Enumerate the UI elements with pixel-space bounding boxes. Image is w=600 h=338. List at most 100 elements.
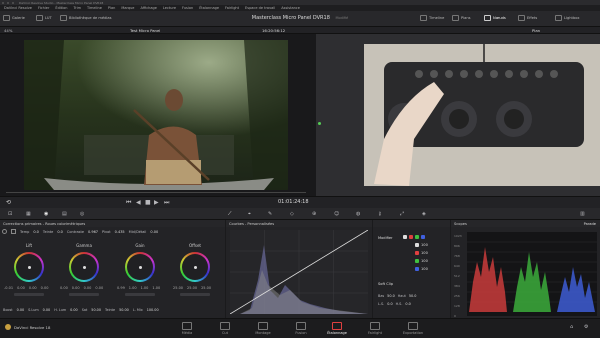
next-frame-button[interactable]: ⏭	[164, 199, 169, 207]
scopes-icon[interactable]: ▥	[580, 211, 585, 217]
menu-item[interactable]: Lecture	[163, 6, 176, 10]
qualifier-icon[interactable]: ✎	[268, 211, 272, 217]
nodes-button[interactable]: Nœuds	[484, 15, 506, 21]
menu-item[interactable]: Fichier	[38, 6, 49, 10]
auto-color-icon[interactable]	[11, 229, 16, 234]
gain-wheel[interactable]	[125, 252, 155, 282]
timeline-button[interactable]: Timeline	[420, 15, 444, 21]
sizing-icon[interactable]: ⤢	[400, 211, 404, 217]
curves-icon[interactable]: ⟋	[228, 211, 232, 217]
tint-value[interactable]: 0.0	[57, 230, 63, 234]
gamma-master-slider[interactable]	[69, 293, 99, 296]
high-value[interactable]: 50.0	[409, 294, 417, 298]
red-channel-value[interactable]: 100	[421, 251, 428, 255]
menu-item[interactable]: Espace de travail	[245, 6, 275, 10]
temp-value[interactable]: 0.0	[33, 230, 39, 234]
curves-graph[interactable]	[230, 230, 368, 314]
node-mode-select[interactable]: Plan	[532, 28, 540, 33]
lightbox-button[interactable]: Lightbox	[555, 15, 579, 21]
page-fairlight[interactable]: Fairlight	[361, 322, 389, 335]
menu-item[interactable]: Trim	[74, 6, 81, 10]
contrast-value[interactable]: 0.967	[88, 230, 98, 234]
maximize-window-button[interactable]	[12, 1, 14, 4]
lift-wheel[interactable]	[14, 252, 44, 282]
lift-b[interactable]: 0.00	[41, 286, 49, 290]
green-channel-value[interactable]: 100	[421, 259, 428, 263]
magic-mask-icon[interactable]: ☺	[334, 211, 339, 217]
hue-value[interactable]: 50.00	[119, 308, 129, 312]
stop-button[interactable]: ■	[145, 199, 151, 206]
menu-item[interactable]: Affichage	[140, 6, 156, 10]
hs-value[interactable]: 0.0	[405, 302, 410, 306]
reverse-play-button[interactable]: ◀	[136, 199, 141, 206]
lum-mix-value[interactable]: 100.00	[147, 308, 159, 312]
menu-item[interactable]: Fusion	[182, 6, 193, 10]
key-icon[interactable]: ⚷	[378, 211, 382, 217]
node-input-dot[interactable]	[318, 122, 321, 125]
blur-icon[interactable]: ◍	[356, 211, 360, 217]
menu-item[interactable]: Plan	[108, 6, 115, 10]
gamma-r[interactable]: 0.00	[72, 286, 80, 290]
menu-item[interactable]: Fairlight	[225, 6, 239, 10]
page-media[interactable]: Média	[173, 322, 201, 335]
page-fusion[interactable]: Fusion	[287, 322, 315, 335]
page-color[interactable]: Étalonnage	[323, 322, 351, 335]
window-icon[interactable]: ◇	[290, 211, 294, 217]
menu-item[interactable]: Étalonnage	[199, 6, 219, 10]
red-channel-toggle[interactable]	[409, 235, 413, 239]
scope-mode-select[interactable]: Parade	[584, 222, 596, 226]
gain-y[interactable]: 0.99	[117, 286, 125, 290]
menu-item[interactable]: Timeline	[87, 6, 102, 10]
green-channel-toggle[interactable]	[415, 235, 419, 239]
auto-balance-icon[interactable]	[2, 229, 7, 234]
home-icon[interactable]: ⌂	[570, 324, 573, 330]
boost-value[interactable]: 0.00	[17, 308, 25, 312]
zoom-level[interactable]: 44%	[4, 28, 12, 33]
gamma-b[interactable]: 0.00	[95, 286, 103, 290]
effects-button[interactable]: Effets	[518, 15, 537, 21]
high-lum-value[interactable]: 0.00	[70, 308, 78, 312]
low-value[interactable]: 50.0	[387, 294, 395, 298]
offset-g[interactable]: 25.00	[187, 286, 197, 290]
previous-frame-button[interactable]: ⏮	[126, 199, 131, 207]
link-channels-toggle[interactable]	[403, 235, 407, 239]
settings-gear-icon[interactable]: ⚙	[584, 324, 588, 330]
y-channel-value[interactable]: 100	[421, 243, 428, 247]
minimize-window-button[interactable]	[7, 1, 9, 4]
gamma-y[interactable]: 0.00	[60, 286, 68, 290]
page-edit[interactable]: Montage	[249, 322, 277, 335]
3d-icon[interactable]: ◈	[422, 211, 426, 217]
gamma-wheel[interactable]	[69, 252, 99, 282]
middetail-value[interactable]: 0.00	[150, 230, 158, 234]
offset-b[interactable]: 25.00	[201, 286, 211, 290]
gain-b[interactable]: 1.00	[152, 286, 160, 290]
viewer-scrubber[interactable]	[6, 192, 306, 193]
offset-wheel[interactable]	[180, 252, 210, 282]
motion-effects-icon[interactable]: ◎	[80, 211, 84, 217]
menu-item[interactable]: Édition	[55, 6, 67, 10]
lift-r[interactable]: 0.00	[17, 286, 25, 290]
lift-y[interactable]: -0.01	[4, 286, 13, 290]
menu-item[interactable]: Marque	[121, 6, 134, 10]
gain-master-slider[interactable]	[125, 293, 155, 296]
color-match-icon[interactable]: ▦	[26, 211, 31, 217]
sat-value[interactable]: 50.00	[91, 308, 101, 312]
clip-name[interactable]: Test Micro Panel	[130, 28, 160, 33]
page-deliver[interactable]: Exportation	[399, 322, 427, 335]
play-button[interactable]: ▶	[154, 199, 159, 206]
shadow-lum-value[interactable]: 0.00	[43, 308, 51, 312]
close-window-button[interactable]	[2, 1, 4, 4]
lift-g[interactable]: 0.00	[29, 286, 37, 290]
camera-raw-icon[interactable]: ⊡	[8, 211, 12, 217]
menu-item[interactable]: DaVinci Resolve	[4, 6, 32, 10]
pivot-value[interactable]: 0.435	[115, 230, 125, 234]
ls-value[interactable]: 0.0	[387, 302, 392, 306]
color-wheels-icon[interactable]: ◉	[44, 211, 48, 217]
gain-r[interactable]: 1.00	[129, 286, 137, 290]
lift-master-slider[interactable]	[14, 293, 44, 296]
clips-button[interactable]: Plans	[452, 15, 471, 21]
offset-master-slider[interactable]	[180, 293, 210, 296]
offset-r[interactable]: 25.00	[173, 286, 183, 290]
warper-icon[interactable]: ⌖	[248, 211, 251, 217]
gain-g[interactable]: 1.00	[141, 286, 149, 290]
